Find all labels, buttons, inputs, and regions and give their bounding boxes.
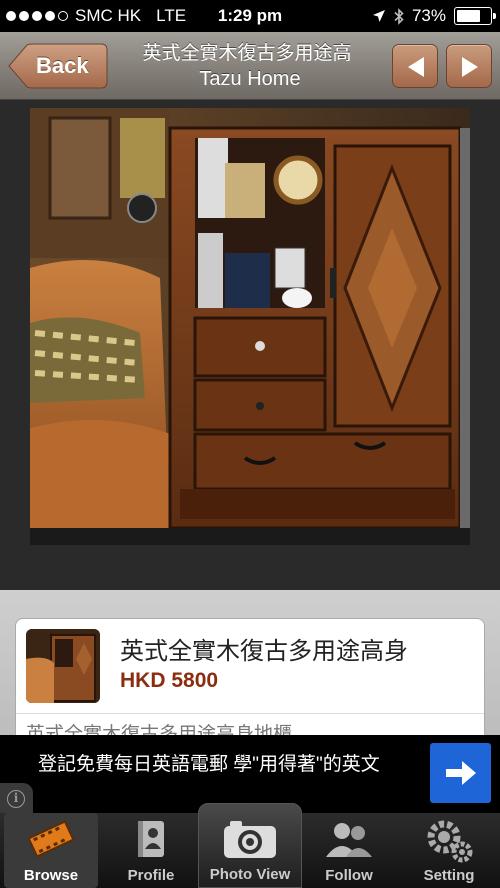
profile-book-icon: [138, 821, 164, 857]
people-icon: [326, 823, 372, 857]
tab-photo-view[interactable]: Photo View: [198, 803, 302, 888]
camera-icon: [224, 821, 276, 858]
info-icon: i: [7, 790, 25, 808]
tab-bar: Browse Profile Photo View Follow Setting: [0, 803, 500, 888]
arrow-right-icon: [446, 761, 476, 785]
next-item-button[interactable]: [446, 44, 492, 88]
ad-text: 登記免費每日英語電郵 學"用得著"的英文: [38, 754, 380, 775]
tab-browse[interactable]: Browse: [4, 813, 98, 888]
gears-icon: [427, 820, 473, 863]
item-detail-area: 英式全實木復古多用途高身 HKD 5800 英式全實木復古多用途高身地櫃: [0, 590, 500, 748]
battery-percent: 73%: [411, 6, 446, 25]
tab-follow-label: Follow: [325, 867, 373, 884]
back-button-label: Back: [36, 53, 89, 78]
ad-go-button[interactable]: [430, 743, 491, 803]
battery-icon: [454, 7, 496, 25]
navigation-bar: Back 英式全實木復古多用途高 Tazu Home: [0, 32, 500, 100]
item-price: HKD 5800: [120, 669, 219, 692]
item-title: 英式全實木復古多用途高身: [120, 638, 408, 665]
bluetooth-icon: [394, 7, 404, 25]
back-button[interactable]: Back: [8, 43, 108, 89]
item-thumbnail: [26, 629, 100, 703]
tab-setting[interactable]: Setting: [402, 813, 496, 888]
tab-follow[interactable]: Follow: [302, 813, 396, 888]
page-title: 英式全實木復古多用途高: [142, 43, 352, 64]
card-divider: [16, 713, 484, 714]
page-subtitle: Tazu Home: [199, 68, 301, 90]
triangle-left-icon: [408, 57, 424, 77]
ad-info-button[interactable]: i: [0, 783, 33, 813]
tab-profile[interactable]: Profile: [104, 813, 198, 888]
tab-profile-label: Profile: [127, 867, 175, 884]
location-arrow-icon: [372, 10, 385, 22]
item-card[interactable]: 英式全實木復古多用途高身 HKD 5800 英式全實木復古多用途高身地櫃: [15, 618, 485, 748]
photo-viewer: [0, 100, 500, 672]
ad-banner[interactable]: 登記免費每日英語電郵 學"用得著"的英文 i: [0, 735, 500, 813]
tab-browse-label: Browse: [23, 867, 79, 884]
tab-photo-view-label: Photo View: [209, 866, 291, 883]
triangle-right-icon: [462, 57, 478, 77]
product-photo[interactable]: [30, 108, 470, 545]
status-bar: SMC HK LTE 1:29 pm 73%: [0, 0, 500, 32]
film-icon: [27, 820, 75, 858]
previous-item-button[interactable]: [392, 44, 438, 88]
tab-setting-label: Setting: [423, 867, 475, 884]
